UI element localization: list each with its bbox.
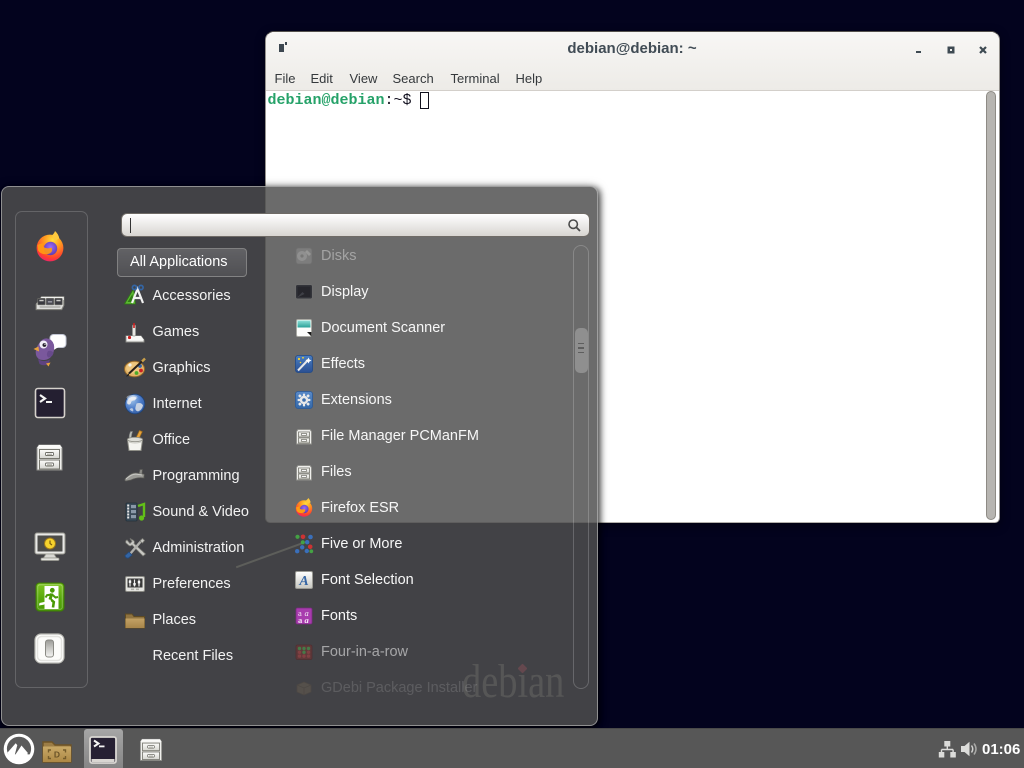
svg-text:D: D xyxy=(54,749,60,759)
svg-text:A: A xyxy=(298,574,308,589)
